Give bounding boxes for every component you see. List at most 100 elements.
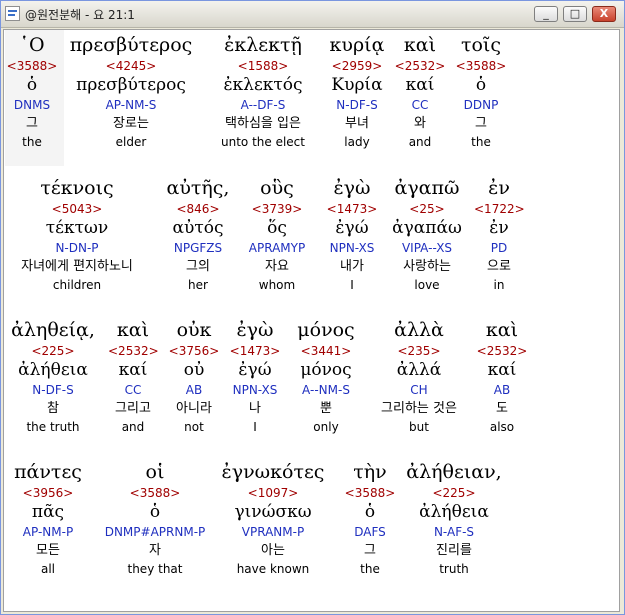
parsing-code: CC (124, 383, 142, 397)
korean-gloss: 그 (475, 116, 487, 131)
greek-word: μόνος (297, 319, 355, 341)
lemma: ἀλλά (396, 360, 442, 380)
korean-gloss: 으로 (487, 259, 511, 274)
word-column[interactable]: κυρίᾳ <2959> Κυρία N-DF-S 부녀 lady (324, 32, 390, 150)
english-gloss: lady (344, 135, 370, 149)
strongs-number[interactable]: <1473> (226, 343, 284, 359)
maximize-button[interactable]: □ (563, 6, 587, 22)
strongs-number[interactable]: <3756> (166, 343, 222, 359)
korean-gloss: 내가 (340, 259, 364, 274)
strongs-number[interactable]: <2532> (476, 343, 528, 359)
parsing-code: DDNP (463, 98, 499, 112)
word-column[interactable]: ἐκλεκτῇ <1588> ἐκλεκτός A--DF-S 택하심을 입은 … (207, 32, 319, 150)
word-column[interactable]: πρεσβύτερος <4245> πρεσβύτερος AP-NM-S 장… (66, 32, 196, 150)
strongs-number[interactable]: <846> (161, 201, 235, 217)
word-column[interactable]: πάντες <3956> πᾶς AP-NM-P 모든 all (6, 459, 90, 577)
greek-word: τὴν (353, 461, 387, 483)
greek-word: οἱ (145, 461, 165, 483)
lemma: καί (487, 360, 517, 380)
strongs-number[interactable]: <25> (388, 201, 466, 217)
parsing-code: N-AF-S (433, 525, 475, 539)
greek-word: ἀλλὰ (394, 319, 444, 341)
word-column[interactable]: οὓς <3739> ὅς APRAMYP 자요 whom (244, 175, 310, 293)
word-column[interactable]: τέκνοις <5043> τέκτων N-DN-P 자녀에게 편지하노니 … (4, 175, 150, 293)
verse-line-4: πάντες <3956> πᾶς AP-NM-P 모든 all οἱ <358… (4, 459, 619, 591)
word-column[interactable]: καὶ <2532> καί CC 그리고 and (108, 317, 159, 435)
word-column[interactable]: αὐτῆς, <846> αὐτός NPGFZS 그의 her (161, 175, 235, 293)
parsing-code: DAFS (354, 525, 386, 539)
word-column[interactable]: ἐγὼ <1473> ἐγώ NPN-XS 내가 I (324, 175, 380, 293)
lemma: ἀλήθεια (18, 360, 88, 380)
strongs-number[interactable]: <3588> (452, 58, 510, 74)
word-column[interactable]: ἀλλὰ <235> ἀλλά CH 그리하는 것은 but (369, 317, 469, 435)
korean-gloss: 택하심을 입은 (225, 116, 301, 131)
strongs-number[interactable]: <4245> (66, 58, 196, 74)
korean-gloss: 자요 (265, 259, 289, 274)
strongs-number[interactable]: <1588> (207, 58, 319, 74)
strongs-number[interactable]: <2959> (324, 58, 390, 74)
greek-word: αὐτῆς, (166, 177, 230, 199)
word-column[interactable]: ἀληθείᾳ, <225> ἀλήθεια N-DF-S 참 the trut… (4, 317, 102, 435)
word-column[interactable]: καὶ <2532> καί CC 와 and (394, 32, 446, 150)
english-gloss: truth (439, 562, 469, 576)
english-gloss: in (493, 278, 505, 292)
greek-word: ἀγαπῶ (394, 177, 460, 199)
lemma: ὁ (364, 502, 376, 522)
greek-word: τέκνοις (40, 177, 114, 199)
parsing-code: PD (490, 241, 508, 255)
lemma: καί (405, 75, 435, 95)
word-column[interactable]: οἱ <3588> ὁ DNMP#APRNM-P 자 they that (96, 459, 214, 577)
english-gloss: the truth (26, 420, 80, 434)
korean-gloss: 그리하는 것은 (381, 401, 457, 416)
lemma: ἀλήθεια (419, 502, 489, 522)
english-gloss: her (188, 278, 208, 292)
strongs-number[interactable]: <5043> (4, 201, 150, 217)
strongs-number[interactable]: <3588> (4, 58, 62, 74)
strongs-number[interactable]: <3588> (96, 485, 214, 501)
word-column[interactable]: τοῖς <3588> ὁ DDNP 그 the (452, 32, 510, 150)
greek-word: πρεσβύτερος (69, 34, 193, 56)
strongs-number[interactable]: <3739> (244, 201, 310, 217)
korean-gloss: 나 (249, 401, 261, 416)
parsing-code: N-DF-S (336, 98, 378, 112)
strongs-number[interactable]: <1722> (474, 201, 525, 217)
english-gloss: and (121, 420, 145, 434)
korean-gloss: 그 (26, 116, 38, 131)
strongs-number[interactable]: <235> (369, 343, 469, 359)
strongs-number[interactable]: <1097> (218, 485, 328, 501)
korean-gloss: 모든 (36, 543, 60, 558)
word-column[interactable]: ῾Ο <3588> ὁ DNMS 그 the (4, 32, 62, 150)
title-bar[interactable]: @원전분해 - 요 21:1 _ □ X (1, 1, 624, 28)
strongs-number[interactable]: <225> (402, 485, 506, 501)
word-column[interactable]: μόνος <3441> μόνος A--NM-S 뿐 only (288, 317, 364, 435)
word-column[interactable]: τὴν <3588> ὁ DAFS 그 the (342, 459, 398, 577)
word-column[interactable]: ἐγὼ <1473> ἐγώ NPN-XS 나 I (226, 317, 284, 435)
close-button[interactable]: X (592, 6, 616, 22)
lemma: ἐκλεκτός (223, 75, 303, 95)
korean-gloss: 뿐 (320, 401, 332, 416)
word-column[interactable]: ἐγνωκότες <1097> γινώσκω VPRANM-P 아는 hav… (218, 459, 328, 577)
strongs-number[interactable]: <3956> (6, 485, 90, 501)
lemma: ὁ (26, 75, 38, 95)
lemma: πρεσβύτερος (76, 75, 186, 95)
english-gloss: also (489, 420, 515, 434)
strongs-number[interactable]: <3588> (342, 485, 398, 501)
word-column[interactable]: καὶ <2532> καί AB 도 also (476, 317, 528, 435)
english-gloss: I (253, 420, 257, 434)
word-column[interactable]: ἐν <1722> ἐν PD 으로 in (474, 175, 525, 293)
strongs-number[interactable]: <2532> (394, 58, 446, 74)
strongs-number[interactable]: <3441> (288, 343, 364, 359)
interlinear-panel[interactable]: ῾Ο <3588> ὁ DNMS 그 the πρεσβύτερος <4245… (3, 29, 620, 612)
korean-gloss: 자 (149, 543, 161, 558)
verse-line-3: ἀληθείᾳ, <225> ἀλήθεια N-DF-S 참 the trut… (4, 317, 619, 449)
strongs-number[interactable]: <1473> (324, 201, 380, 217)
strongs-number[interactable]: <2532> (108, 343, 159, 359)
strongs-number[interactable]: <225> (4, 343, 102, 359)
greek-word: καὶ (116, 319, 150, 341)
parsing-code: CC (411, 98, 429, 112)
word-column[interactable]: ἀγαπῶ <25> ἀγαπάω VIPA--XS 사랑하는 love (388, 175, 466, 293)
parsing-code: APRAMYP (248, 241, 306, 255)
word-column[interactable]: ἀλήθειαν, <225> ἀλήθεια N-AF-S 진리를 truth (402, 459, 506, 577)
word-column[interactable]: οὐκ <3756> οὐ AB 아니라 not (166, 317, 222, 435)
minimize-button[interactable]: _ (534, 6, 558, 22)
